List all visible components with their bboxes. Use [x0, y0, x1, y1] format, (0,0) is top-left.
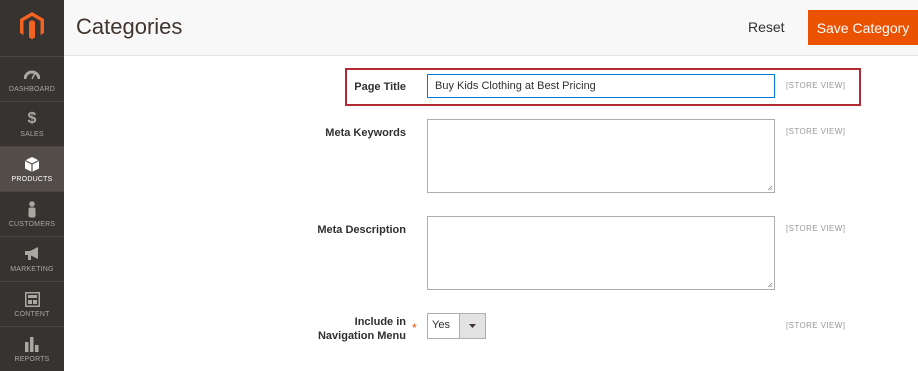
- dollar-icon: $: [27, 110, 37, 127]
- sidebar-item-dashboard[interactable]: DASHBOARD: [0, 56, 64, 101]
- meta-description-textarea[interactable]: [427, 216, 775, 290]
- store-view-scope: [STORE VIEW]: [786, 321, 846, 330]
- store-view-scope: [STORE VIEW]: [786, 224, 846, 233]
- store-view-scope: [STORE VIEW]: [786, 127, 846, 136]
- sidebar-item-label: SALES: [20, 131, 44, 138]
- required-asterisk: *: [412, 321, 417, 335]
- sidebar-item-marketing[interactable]: MARKETING: [0, 236, 64, 281]
- page-header: Categories Reset Save Category: [64, 0, 918, 56]
- page-title-input[interactable]: Buy Kids Clothing at Best Pricing: [427, 74, 775, 98]
- sidebar-item-content[interactable]: CONTENT: [0, 281, 64, 326]
- chevron-down-icon[interactable]: [459, 314, 485, 338]
- store-view-scope: [STORE VIEW]: [786, 81, 846, 90]
- reset-button[interactable]: Reset: [748, 19, 785, 35]
- meta-description-label: Meta Description: [317, 224, 406, 236]
- cube-icon: [23, 155, 41, 173]
- megaphone-icon: [23, 245, 41, 263]
- meta-keywords-textarea[interactable]: [427, 119, 775, 193]
- include-in-menu-label-line2: Navigation Menu: [317, 330, 406, 342]
- dashboard-icon: [23, 65, 41, 83]
- sidebar-item-label: CUSTOMERS: [8, 221, 56, 228]
- sidebar-item-sales[interactable]: $ SALES: [0, 101, 64, 146]
- person-icon: [23, 200, 41, 218]
- include-in-menu-label: Include in Navigation Menu: [300, 315, 406, 343]
- sidebar-item-label: PRODUCTS: [11, 176, 53, 183]
- resize-grip-icon[interactable]: [767, 185, 773, 191]
- layout-icon: [23, 290, 41, 308]
- resize-grip-icon[interactable]: [767, 282, 773, 288]
- sidebar-item-label: MARKETING: [10, 266, 54, 273]
- sidebar-item-label: CONTENT: [14, 311, 50, 318]
- meta-keywords-label: Meta Keywords: [325, 127, 406, 139]
- magento-logo[interactable]: [0, 0, 64, 52]
- sidebar-item-products[interactable]: PRODUCTS: [0, 146, 64, 191]
- include-in-menu-label-line1: Include in: [354, 316, 406, 328]
- sidebar-item-label: REPORTS: [14, 356, 50, 363]
- sidebar-item-customers[interactable]: CUSTOMERS: [0, 191, 64, 236]
- select-value: Yes: [432, 319, 450, 331]
- sidebar-item-label: DASHBOARD: [8, 86, 56, 93]
- include-in-menu-select[interactable]: Yes: [427, 313, 486, 339]
- save-category-button[interactable]: Save Category: [808, 10, 918, 45]
- sidebar-item-reports[interactable]: REPORTS: [0, 326, 64, 371]
- magento-logo-icon: [20, 12, 44, 40]
- page-title-label: Page Title: [354, 81, 406, 93]
- bar-chart-icon: [23, 335, 41, 353]
- admin-sidebar: DASHBOARD $ SALES PRODUCTS CUSTOMERS MAR…: [0, 0, 64, 371]
- page-title: Categories: [76, 14, 183, 39]
